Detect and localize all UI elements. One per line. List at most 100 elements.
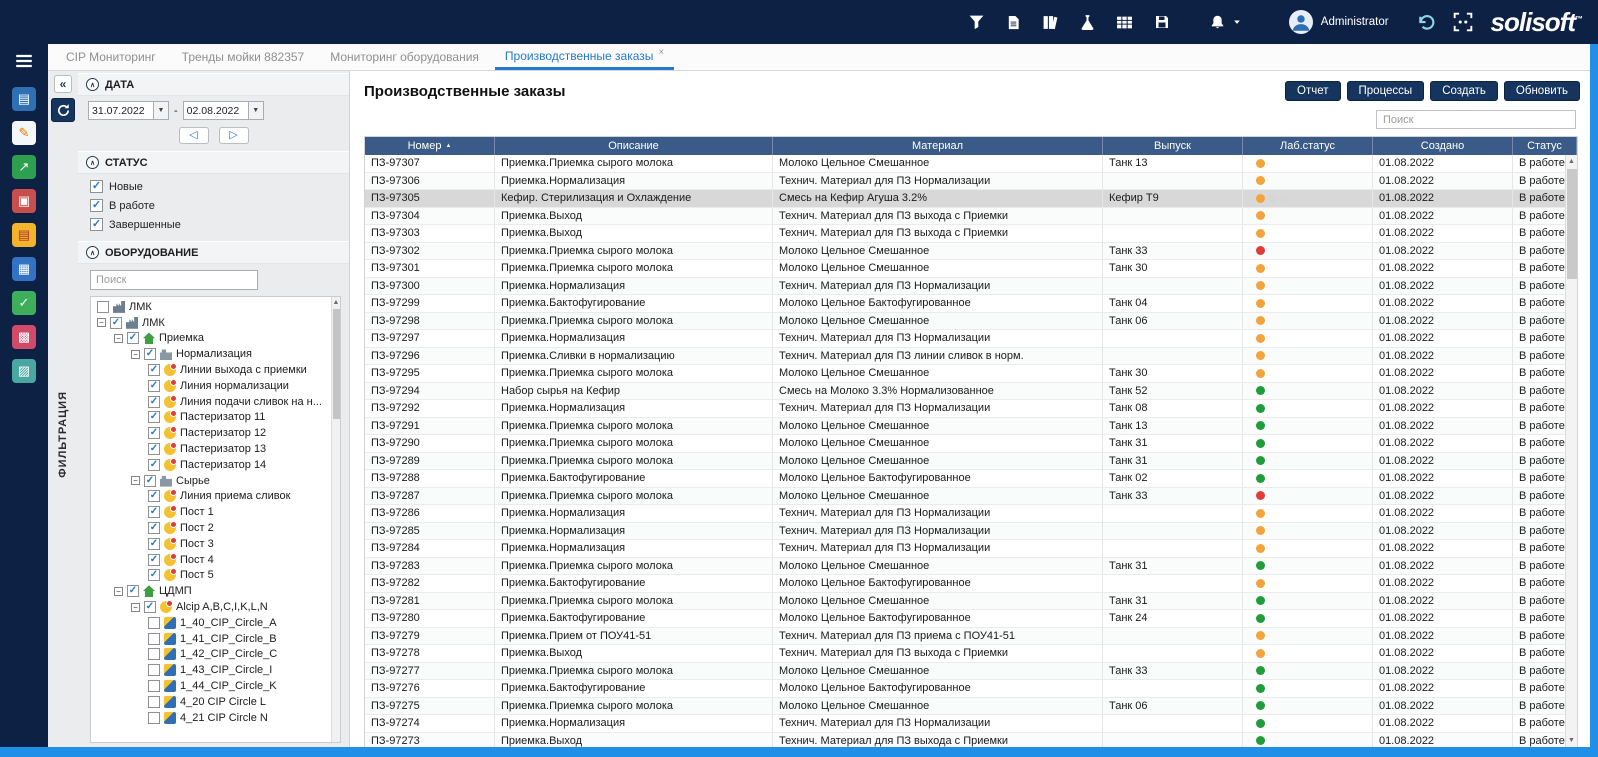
tree-item[interactable]: − ✓ Нормализация <box>95 346 340 362</box>
table-row[interactable]: ПЗ-97283 Приемка.Приемка сырого молока Мол… <box>365 557 1577 575</box>
tree-checkbox[interactable] <box>97 300 109 313</box>
tree-item[interactable]: − ✓ Приемка <box>95 331 340 347</box>
table-row[interactable]: ПЗ-97290 Приемка.Приемка сырого молока Мол… <box>365 435 1577 453</box>
table-row[interactable]: ПЗ-97276 Приемка.Бактофугирование Молоко Ц… <box>365 680 1577 698</box>
tree-checkbox[interactable] <box>148 711 160 724</box>
checkbox-icon[interactable]: ✓ <box>90 218 103 231</box>
undo-button[interactable] <box>1417 12 1437 32</box>
bell-caret-icon[interactable] <box>1231 12 1243 32</box>
table-row[interactable]: ПЗ-97282 Приемка.Бактофугирование Молоко Ц… <box>365 575 1577 593</box>
status-option-Завершенные[interactable]: ✓ Завершенные <box>78 215 349 234</box>
tree-item[interactable]: ✓ Пост 3 <box>95 536 340 552</box>
table-row[interactable]: ПЗ-97297 Приемка.Нормализация Технич. Мате… <box>365 330 1577 348</box>
table-row[interactable]: ПЗ-97301 Приемка.Приемка сырого молока Мол… <box>365 260 1577 278</box>
equipment-section-header[interactable]: ∧ ОБОРУДОВАНИЕ <box>78 241 349 264</box>
tree-checkbox[interactable]: ✓ <box>148 553 160 566</box>
table-row[interactable]: ПЗ-97287 Приемка.Приемка сырого молока Мол… <box>365 487 1577 505</box>
tree-item[interactable]: ✓ Пост 2 <box>95 520 340 536</box>
table-scrollbar[interactable]: ▲ ▼ <box>1565 155 1577 747</box>
tree-checkbox[interactable]: ✓ <box>148 537 160 550</box>
создать-button[interactable]: Создать <box>1430 81 1498 101</box>
tree-checkbox[interactable]: ✓ <box>110 316 122 329</box>
tree-item[interactable]: ✓ Пастеризатор 13 <box>95 441 340 457</box>
tree-expander-icon[interactable]: − <box>131 476 140 486</box>
table-row[interactable]: ПЗ-97274 Приемка.Нормализация Технич. Мате… <box>365 715 1577 733</box>
refresh-button[interactable] <box>51 98 75 122</box>
table-row[interactable]: ПЗ-97284 Приемка.Нормализация Технич. Мате… <box>365 540 1577 558</box>
tree-checkbox[interactable] <box>148 695 160 708</box>
table-row[interactable]: ПЗ-97302 Приемка.Приемка сырого молока Мол… <box>365 242 1577 260</box>
orders-search-input[interactable] <box>1376 110 1576 129</box>
tree-item[interactable]: ✓ Пастеризатор 11 <box>95 410 340 426</box>
date-to-input[interactable] <box>183 104 248 117</box>
date-from-dropdown-icon[interactable]: ▼ <box>153 102 168 119</box>
sidebar-app-spreadsheet-app-icon[interactable]: ▦ <box>12 257 36 281</box>
tree-expander-icon[interactable]: − <box>114 586 123 596</box>
sidebar-app-images-icon[interactable]: ▨ <box>12 359 36 383</box>
table-row[interactable]: ПЗ-97296 Приемка.Сливки в нормализацию Тех… <box>365 347 1577 365</box>
column-header-Создано[interactable]: Создано <box>1373 137 1513 155</box>
tree-checkbox[interactable] <box>148 648 160 661</box>
table-row[interactable]: ПЗ-97281 Приемка.Приемка сырого молока Мол… <box>365 592 1577 610</box>
collapse-panel-button[interactable]: « <box>54 75 72 93</box>
tree-checkbox[interactable]: ✓ <box>127 585 139 598</box>
tree-checkbox[interactable]: ✓ <box>148 364 160 377</box>
table-row[interactable]: ПЗ-97298 Приемка.Приемка сырого молока Мол… <box>365 312 1577 330</box>
tree-item[interactable]: 1_43_CIP_Circle_I <box>95 662 340 678</box>
tree-checkbox[interactable] <box>148 664 160 677</box>
table-row[interactable]: ПЗ-97294 Набор сырья на Кефир Смесь на Мол… <box>365 382 1577 400</box>
table-row[interactable]: ПЗ-97307 Приемка.Приемка сырого молока Мол… <box>365 155 1577 173</box>
tree-checkbox[interactable]: ✓ <box>148 490 160 503</box>
table-row[interactable]: ПЗ-97279 Приемка.Прием от ПОУ41-51 Технич.… <box>365 627 1577 645</box>
table-row[interactable]: ПЗ-97286 Приемка.Нормализация Технич. Мате… <box>365 505 1577 523</box>
tree-checkbox[interactable]: ✓ <box>144 474 156 487</box>
table-row[interactable]: ПЗ-97275 Приемка.Приемка сырого молока Мол… <box>365 697 1577 715</box>
tree-expander-icon[interactable]: − <box>131 349 140 359</box>
column-header-Материал[interactable]: Материал <box>773 137 1103 155</box>
tree-item[interactable]: ✓ Линия нормализации <box>95 378 340 394</box>
tree-item[interactable]: ЛМК <box>95 299 340 315</box>
tree-checkbox[interactable]: ✓ <box>148 443 160 456</box>
scroll-down-icon[interactable]: ▼ <box>1566 734 1577 747</box>
table-row[interactable]: ПЗ-97306 Приемка.Нормализация Технич. Мате… <box>365 172 1577 190</box>
tree-item[interactable]: − ✓ ЛМК <box>95 315 340 331</box>
tree-item[interactable]: 4_21 CIP Circle N <box>95 710 340 726</box>
tree-scrollbar[interactable]: ▲ <box>331 297 340 742</box>
обновить-button[interactable]: Обновить <box>1503 81 1580 101</box>
tab-close-icon[interactable]: × <box>658 47 664 58</box>
tree-item[interactable]: ✓ Линии выхода с приемки <box>95 362 340 378</box>
hamburger-menu-icon[interactable] <box>11 49 37 73</box>
tree-checkbox[interactable]: ✓ <box>148 569 160 582</box>
tree-checkbox[interactable]: ✓ <box>148 506 160 519</box>
table-row[interactable]: ПЗ-97295 Приемка.Приемка сырого молока Мол… <box>365 365 1577 383</box>
sidebar-app-alarms-icon[interactable]: ▣ <box>12 189 36 213</box>
table-scroll-thumb[interactable] <box>1566 169 1577 279</box>
equipment-search-input[interactable] <box>90 270 258 290</box>
status-section-header[interactable]: ∧ СТАТУС <box>78 151 349 174</box>
tree-checkbox[interactable]: ✓ <box>144 601 156 614</box>
tree-checkbox[interactable] <box>148 616 160 629</box>
tree-checkbox[interactable]: ✓ <box>148 395 160 408</box>
table-row[interactable]: ПЗ-97277 Приемка.Приемка сырого молока Мол… <box>365 662 1577 680</box>
tree-checkbox[interactable] <box>148 632 160 645</box>
date-section-header[interactable]: ∧ ДАТА <box>78 73 349 96</box>
tree-item[interactable]: ✓ Пост 1 <box>95 504 340 520</box>
prev-period-button[interactable]: ◁ <box>178 127 209 144</box>
tree-item[interactable]: ✓ Пастеризатор 14 <box>95 457 340 473</box>
sidebar-app-dashboard-icon[interactable]: ▩ <box>12 325 36 349</box>
table-row[interactable]: ПЗ-97288 Приемка.Бактофугирование Молоко Ц… <box>365 470 1577 488</box>
document-icon[interactable] <box>1004 12 1024 32</box>
sidebar-app-signature-icon[interactable]: ✎ <box>12 121 36 145</box>
tree-checkbox[interactable]: ✓ <box>144 348 156 361</box>
tab-Тренды мойки 882357[interactable]: Тренды мойки 882357 <box>172 44 315 70</box>
tree-checkbox[interactable]: ✓ <box>148 427 160 440</box>
checkbox-icon[interactable]: ✓ <box>90 199 103 212</box>
tree-item[interactable]: 1_40_CIP_Circle_A <box>95 615 340 631</box>
tree-item[interactable]: 1_44_CIP_Circle_K <box>95 678 340 694</box>
tree-item[interactable]: − ✓ ЦДМП <box>95 583 340 599</box>
column-header-Выпуск[interactable]: Выпуск <box>1103 137 1243 155</box>
scroll-up-icon[interactable]: ▲ <box>332 297 340 307</box>
tab-CIP Мониторинг[interactable]: CIP Мониторинг <box>56 44 166 70</box>
scroll-up-icon[interactable]: ▲ <box>1566 155 1577 168</box>
avatar[interactable] <box>1288 10 1313 34</box>
